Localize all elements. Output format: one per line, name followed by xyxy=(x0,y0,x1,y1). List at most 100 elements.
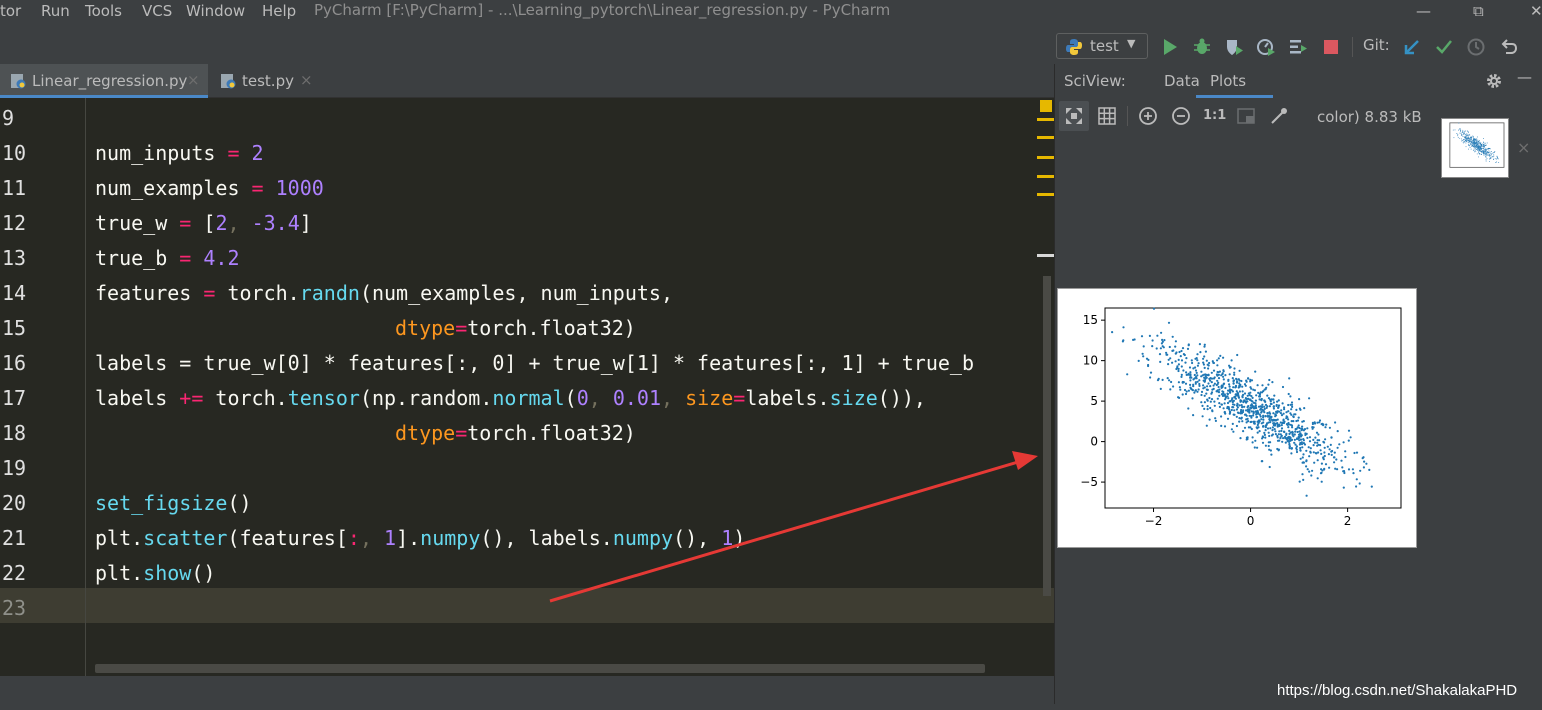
grid-icon[interactable] xyxy=(1096,105,1118,127)
coverage-icon[interactable] xyxy=(1224,37,1244,57)
scatter-point xyxy=(1219,354,1222,357)
gear-icon[interactable] xyxy=(1485,72,1503,90)
scatter-point xyxy=(1223,402,1226,405)
scatter-point xyxy=(1238,390,1241,393)
error-stripe-mark[interactable] xyxy=(1037,156,1054,159)
scatter-point xyxy=(1201,415,1204,418)
scatter-point xyxy=(1306,427,1309,430)
scatter-point xyxy=(1228,364,1231,367)
close-tab-icon[interactable]: × xyxy=(300,71,313,89)
tab-test[interactable]: test.py × xyxy=(210,64,320,98)
scatter-point xyxy=(1202,384,1205,387)
menu-item-editor[interactable]: tor xyxy=(0,2,21,20)
actual-size-icon[interactable]: 1:1 xyxy=(1203,108,1226,130)
inspection-status-icon[interactable] xyxy=(1040,100,1052,112)
git-revert-icon[interactable] xyxy=(1499,37,1519,57)
scatter-point xyxy=(1362,466,1365,469)
code-editor[interactable]: 9 10 11 12 13 14 15 16 17 18 19 20 21 22… xyxy=(0,98,1054,676)
scatter-point xyxy=(1298,398,1301,401)
scatter-point xyxy=(1226,405,1229,409)
thumbnail-point xyxy=(1472,140,1474,142)
horizontal-scrollbar[interactable] xyxy=(95,664,985,673)
error-stripe-mark[interactable] xyxy=(1037,118,1054,121)
menu-item-help[interactable]: Help xyxy=(262,2,296,20)
scatter-point xyxy=(1269,427,1272,430)
thumbnail-point xyxy=(1457,136,1459,138)
stop-icon[interactable] xyxy=(1321,37,1341,57)
run-configuration-select[interactable]: test ▼ xyxy=(1056,33,1148,59)
minimize-panel-icon[interactable]: — xyxy=(1517,68,1532,86)
chevron-down-icon: ▼ xyxy=(1127,37,1136,50)
scatter-point xyxy=(1288,432,1291,435)
scatter-point xyxy=(1228,385,1231,388)
close-tab-icon[interactable]: × xyxy=(187,71,200,89)
scatter-point xyxy=(1238,417,1241,420)
zoom-out-icon[interactable] xyxy=(1170,105,1192,127)
zoom-in-icon[interactable] xyxy=(1137,105,1159,127)
scatter-point xyxy=(1249,406,1252,409)
thumbnail-point xyxy=(1466,138,1468,140)
restore-button[interactable]: ⧉ xyxy=(1473,2,1484,20)
scatter-point xyxy=(1274,413,1277,416)
scatter-point xyxy=(1204,373,1207,376)
concurrency-icon[interactable] xyxy=(1288,37,1308,57)
background-icon[interactable] xyxy=(1235,105,1257,127)
scatter-point xyxy=(1126,373,1129,376)
scatter-point xyxy=(1180,349,1183,353)
scatter-point xyxy=(1285,433,1288,436)
scatter-point xyxy=(1163,339,1166,342)
scatter-point xyxy=(1180,375,1183,378)
scatter-point xyxy=(1259,391,1262,394)
scatter-point xyxy=(1274,433,1277,436)
python-file-icon xyxy=(11,74,26,89)
thumbnail-point xyxy=(1476,143,1478,145)
scatter-point xyxy=(1250,395,1253,398)
thumbnail-point xyxy=(1461,134,1463,136)
git-commit-icon[interactable] xyxy=(1434,37,1454,57)
git-history-icon[interactable] xyxy=(1466,37,1486,57)
scatter-point xyxy=(1160,342,1163,345)
scatter-point xyxy=(1275,411,1278,414)
menu-item-run[interactable]: Run xyxy=(41,2,70,20)
scatter-plot: −2 0 2 −5 0 5 10 15 xyxy=(1080,307,1402,528)
close-thumbnail-icon[interactable]: × xyxy=(1517,138,1530,157)
debug-icon[interactable] xyxy=(1192,37,1212,57)
git-update-icon[interactable] xyxy=(1402,37,1422,57)
menu-item-tools[interactable]: Tools xyxy=(85,2,122,20)
scatter-point xyxy=(1211,409,1214,412)
scatter-point xyxy=(1342,470,1345,473)
scatter-point xyxy=(1293,433,1296,436)
error-stripe-mark[interactable] xyxy=(1037,193,1054,196)
thumbnail-point xyxy=(1481,148,1482,150)
scatter-point xyxy=(1207,382,1210,385)
error-stripe-mark[interactable] xyxy=(1037,175,1054,178)
scatter-point xyxy=(1180,359,1184,362)
profile-icon[interactable] xyxy=(1256,37,1276,57)
scatter-point xyxy=(1232,386,1235,389)
scatter-point xyxy=(1290,420,1293,423)
scatter-point xyxy=(1218,402,1221,405)
scatter-point xyxy=(1266,394,1269,397)
menu-item-vcs[interactable]: VCS xyxy=(142,2,172,20)
fit-icon[interactable] xyxy=(1063,105,1085,127)
tab-linear-regression[interactable]: Linear_regression.py × xyxy=(0,64,208,98)
error-stripe-mark[interactable] xyxy=(1037,254,1054,257)
plot-thumbnail[interactable] xyxy=(1441,118,1509,178)
scatter-point xyxy=(1324,426,1327,429)
menu-item-window[interactable]: Window xyxy=(186,2,245,20)
scatter-point xyxy=(1309,447,1312,450)
close-window-button[interactable]: ✕ xyxy=(1530,2,1542,20)
scatter-point xyxy=(1309,451,1312,454)
scatter-point xyxy=(1320,468,1323,471)
scatter-point xyxy=(1300,443,1304,446)
error-stripe-mark[interactable] xyxy=(1037,136,1054,139)
minimize-button[interactable]: — xyxy=(1416,2,1431,20)
tab-data[interactable]: Data xyxy=(1164,72,1200,90)
scatter-point xyxy=(1313,441,1316,444)
thumbnail-point xyxy=(1479,150,1481,152)
color-picker-icon[interactable] xyxy=(1268,105,1290,127)
tab-plots[interactable]: Plots xyxy=(1210,72,1246,90)
vertical-scrollbar[interactable] xyxy=(1043,276,1051,596)
scatter-point xyxy=(1156,334,1159,337)
run-icon[interactable] xyxy=(1160,37,1180,57)
